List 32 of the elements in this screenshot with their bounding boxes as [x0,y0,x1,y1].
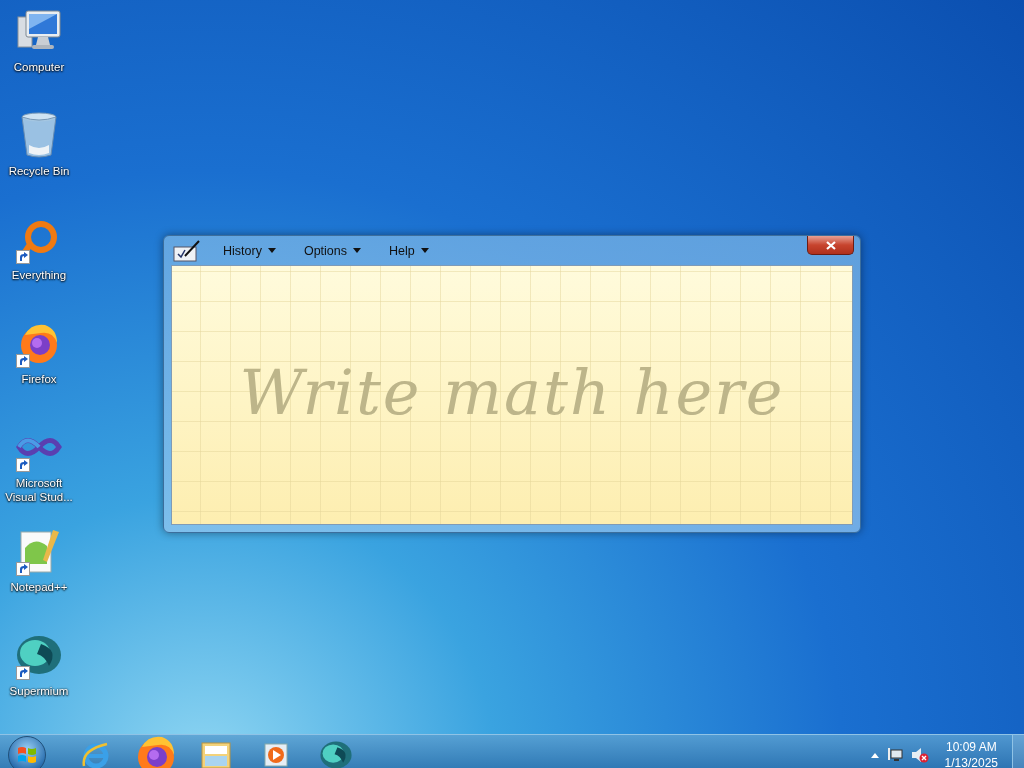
desktop-icon-label[interactable]: Everything [1,268,77,282]
show-hidden-icons-button[interactable] [870,752,879,758]
recycle-bin-icon [19,111,59,159]
caret-icon [267,248,276,253]
notepad-icon [17,528,61,574]
speaker-muted-icon[interactable] [910,747,929,763]
close-button[interactable] [807,236,854,255]
desktop-icon-label[interactable]: Computer [1,60,77,74]
start-button[interactable] [8,736,46,768]
close-icon [825,240,836,250]
clock-date: 1/13/2025 [944,755,998,768]
supermium-icon [15,634,63,676]
network-icon[interactable] [886,747,903,763]
desktop-icon-label[interactable]: Recycle Bin [1,164,77,178]
clock[interactable]: 10:09 AM 1/13/2025 [944,739,998,768]
desktop-icon-label[interactable]: Microsoft Visual Stud... [1,476,77,504]
caret-icon [353,248,361,253]
pen-checkmark-icon [173,239,201,262]
media-player-icon [263,742,289,768]
menu-button[interactable]: History [215,241,284,260]
clock-time: 10:09 AM [945,739,997,755]
windows-logo-icon [17,746,37,764]
menu-button[interactable]: Options [295,241,369,260]
caret-icon [420,248,429,253]
internet-explorer-icon [81,740,111,768]
writing-placeholder: Write math here [239,355,785,429]
desktop-icon-label[interactable]: Notepad++ [1,580,77,594]
desktop-icon-label[interactable]: Firefox [1,372,77,386]
supermium-icon [319,740,353,768]
folder-icon [200,740,232,768]
menu-button[interactable]: Help [381,241,437,260]
show-desktop-button[interactable] [1012,735,1024,768]
